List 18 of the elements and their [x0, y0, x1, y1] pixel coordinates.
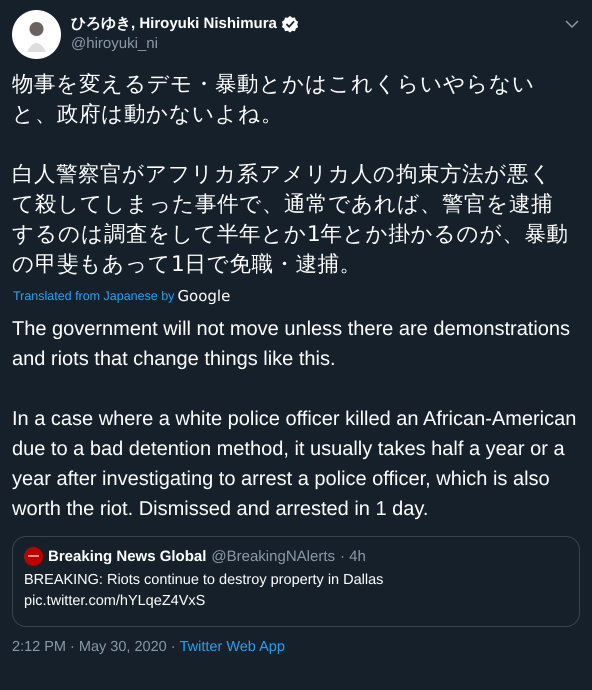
quoted-tweet-card[interactable]: Breaking News Global @BreakingNAlerts · 4h BREAKING: Riots continue to destroy property in Dallas pic.twitter.com/hYLqeZ4VxS	[12, 536, 580, 627]
translation-provider: Google	[177, 287, 230, 305]
quoted-tweet-time: · 4h	[340, 548, 366, 565]
author-handle[interactable]: @hiroyuki_ni	[71, 35, 158, 52]
translated-text: The government will not move unless there are demonstrations and riots that change things like this.	[12, 317, 572, 372]
quoted-tweet-link[interactable]: pic.twitter.com/hYLqeZ4VxS	[24, 591, 568, 612]
tweet-text: 白人警察官がアフリカ系アメリカ人の拘束方法が悪くて殺してしまった事件で、通常であれば、警官を逮捕するのは調査をして半年とか1年とか掛かるのが、暴動の甲斐もあって1日で免職・逮捕。	[12, 161, 570, 279]
translation-note[interactable]: Translated from Japanese by	[13, 289, 174, 303]
author-name[interactable]: ひろゆき, Hiroyuki Nishimura	[71, 14, 277, 33]
quoted-author-name: Breaking News Global	[48, 548, 206, 565]
avatar-icon[interactable]	[12, 10, 61, 59]
separator: ·	[170, 639, 176, 655]
tweet-source[interactable]: Twitter Web App	[180, 639, 285, 655]
translated-text: In a case where a white police officer killed an African-American due to a bad detention method, it usually takes half a year or a year after investigating to arrest a police officer, which is also worth the riot. Dismissed and arrested in 1 day.	[12, 407, 578, 522]
tweet-text: 物事を変えるデモ・暴動とかはこれくらいやらないと、政府は動かないよね。	[12, 71, 536, 129]
tweet-timestamp[interactable]: 2:12 PM · May 30, 2020	[12, 639, 167, 655]
quoted-tweet-text: BREAKING: Riots continue to destroy property in Dallas	[24, 571, 384, 590]
quoted-author-handle: @BreakingNAlerts	[211, 548, 335, 565]
